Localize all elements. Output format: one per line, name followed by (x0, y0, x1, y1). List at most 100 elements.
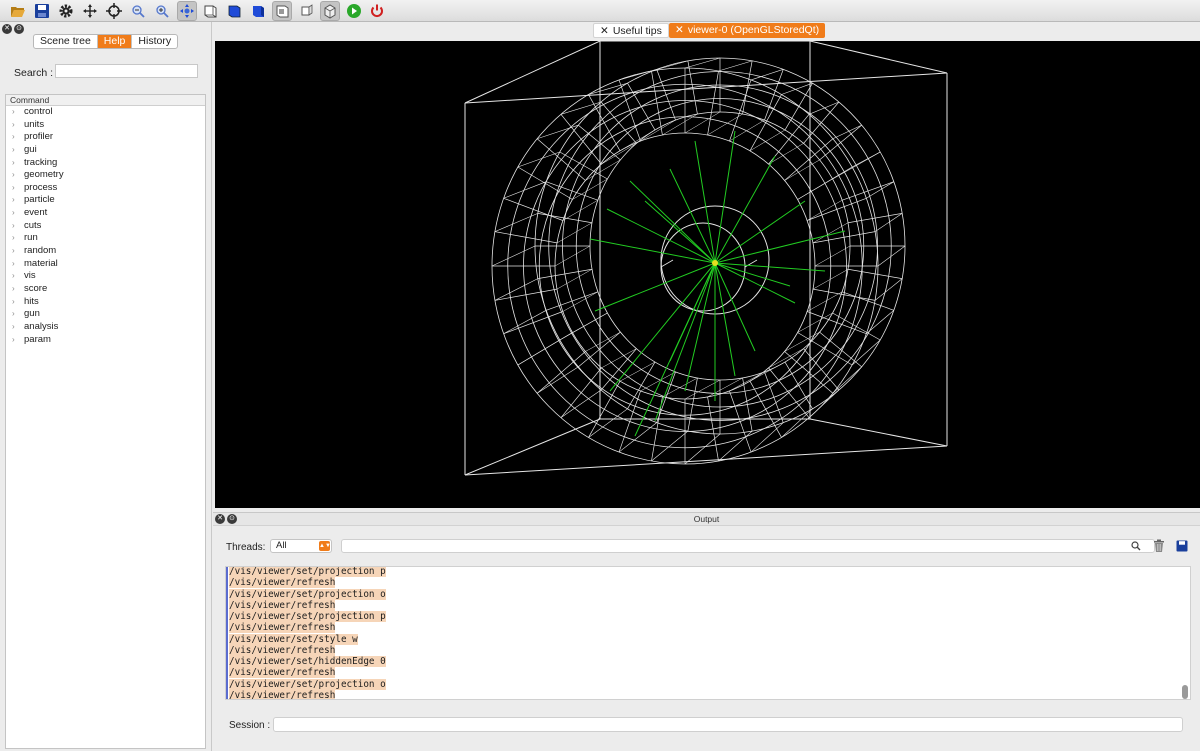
tree-item-random[interactable]: › random (6, 245, 205, 258)
log-line: /vis/viewer/set/style w (229, 633, 386, 645)
log-line: /vis/viewer/refresh (229, 667, 386, 679)
chevron-right-icon[interactable]: › (12, 119, 15, 132)
tree-item-material[interactable]: › material (6, 258, 205, 271)
log-line-text: /vis/viewer/refresh (229, 644, 336, 656)
search-input[interactable] (55, 64, 198, 78)
tree-item-event[interactable]: › event (6, 207, 205, 220)
tree-item-gui[interactable]: › gui (6, 144, 205, 157)
tree-item-score[interactable]: › score (6, 283, 205, 296)
chevron-right-icon[interactable]: › (12, 245, 15, 258)
zoom-in-icon[interactable] (152, 1, 172, 21)
tree-item-hits[interactable]: › hits (6, 296, 205, 309)
tab-scene-tree[interactable]: Scene tree (34, 35, 98, 48)
tab-useful-tips[interactable]: ✕ Useful tips (593, 23, 669, 38)
rotate-icon[interactable] (104, 1, 124, 21)
scrollbar[interactable] (1182, 685, 1188, 699)
tab-history[interactable]: History (132, 35, 177, 48)
calorimeter-long-edge (503, 310, 547, 334)
ortho-icon[interactable] (296, 1, 316, 21)
tab-label: Useful tips (612, 25, 662, 37)
calorimeter-cell-edge (618, 79, 641, 142)
calorimeter-cell-edge (503, 311, 563, 335)
calorimeter-cell-edge (494, 231, 558, 244)
calorimeter-cell-edge (517, 166, 573, 200)
tab-help[interactable]: Help (97, 35, 133, 48)
tree-item-label: run (24, 232, 38, 244)
chevron-right-icon[interactable]: › (12, 131, 15, 144)
chevron-right-icon[interactable]: › (12, 182, 15, 195)
power-icon[interactable] (367, 1, 387, 21)
output-panel: Threads: All ▲▼ /vis/viewer/set/projecti… (213, 526, 1200, 751)
box-icon[interactable] (320, 1, 340, 21)
chevron-right-icon[interactable]: › (12, 220, 15, 233)
chevron-right-icon[interactable]: › (12, 194, 15, 207)
run-icon[interactable] (344, 1, 364, 21)
chevron-right-icon[interactable]: › (12, 144, 15, 157)
particle-track (714, 262, 826, 272)
tree-item-run[interactable]: › run (6, 232, 205, 245)
chevron-right-icon[interactable]: › (12, 283, 15, 296)
threads-select[interactable]: All ▲▼ (270, 539, 332, 553)
open-icon[interactable] (8, 1, 28, 21)
chevron-updown-icon: ▲▼ (319, 541, 331, 551)
close-icon[interactable]: ✕ (600, 25, 609, 37)
tree-item-gun[interactable]: › gun (6, 308, 205, 321)
chevron-right-icon[interactable]: › (12, 106, 15, 119)
tree-item-param[interactable]: › param (6, 334, 205, 347)
calorimeter-ring (575, 98, 865, 394)
close-icon[interactable]: ✕ (215, 514, 225, 524)
tree-item-tracking[interactable]: › tracking (6, 157, 205, 170)
wireframe-icon[interactable] (200, 1, 220, 21)
session-label: Session : (229, 720, 271, 731)
log-line: /vis/viewer/refresh (229, 599, 386, 611)
tree-item-cuts[interactable]: › cuts (6, 220, 205, 233)
perspective-icon[interactable] (177, 1, 197, 21)
tree-item-profiler[interactable]: › profiler (6, 131, 205, 144)
tree-item-units[interactable]: › units (6, 119, 205, 132)
calorimeter-cell-edge (600, 101, 637, 144)
zoom-out-icon[interactable] (128, 1, 148, 21)
log-line-text: /vis/viewer/refresh (229, 689, 336, 700)
calorimeter-cell-edge (729, 79, 752, 142)
calorimeter-cell-edge (536, 351, 586, 394)
output-filter-input[interactable] (341, 539, 1155, 553)
opengl-viewer[interactable] (215, 41, 1200, 508)
world-box-edge (464, 445, 948, 476)
chevron-right-icon[interactable]: › (12, 207, 15, 220)
tab-viewer-0[interactable]: ✕ viewer-0 (OpenGLStoredQt) (669, 23, 826, 38)
chevron-right-icon[interactable]: › (12, 270, 15, 283)
float-icon[interactable]: ⊙ (14, 24, 24, 34)
close-icon[interactable]: ✕ (2, 24, 12, 34)
chevron-right-icon[interactable]: › (12, 308, 15, 321)
solid-icon[interactable] (224, 1, 244, 21)
close-icon[interactable]: ✕ (675, 24, 684, 36)
session-input[interactable] (273, 717, 1183, 732)
tree-item-control[interactable]: › control (6, 106, 205, 119)
chevron-right-icon[interactable]: › (12, 296, 15, 309)
hidden-line-icon[interactable] (272, 1, 292, 21)
move-icon[interactable] (80, 1, 100, 21)
chevron-right-icon[interactable]: › (12, 258, 15, 271)
save-icon[interactable] (1176, 540, 1188, 552)
calorimeter-cell-edge (729, 390, 752, 453)
log-line: /vis/viewer/refresh (229, 644, 386, 656)
chevron-right-icon[interactable]: › (12, 157, 15, 170)
chevron-right-icon[interactable]: › (12, 232, 15, 245)
tree-item-process[interactable]: › process (6, 182, 205, 195)
calorimeter-cell-edge (494, 288, 558, 301)
output-log[interactable]: /vis/viewer/set/projection p/vis/viewer/… (225, 566, 1191, 700)
output-title: ✕ ⊙ Output (213, 512, 1200, 526)
save-icon[interactable] (32, 1, 52, 21)
tree-item-analysis[interactable]: › analysis (6, 321, 205, 334)
chevron-right-icon[interactable]: › (12, 334, 15, 347)
chevron-right-icon[interactable]: › (12, 169, 15, 182)
tree-item-particle[interactable]: › particle (6, 194, 205, 207)
chevron-right-icon[interactable]: › (12, 321, 15, 334)
search-icon (1131, 541, 1141, 551)
surface-icon[interactable] (248, 1, 268, 21)
trash-icon[interactable] (1153, 539, 1165, 553)
gear-icon[interactable] (56, 1, 76, 21)
float-icon[interactable]: ⊙ (227, 514, 237, 524)
tree-item-vis[interactable]: › vis (6, 270, 205, 283)
tree-item-geometry[interactable]: › geometry (6, 169, 205, 182)
